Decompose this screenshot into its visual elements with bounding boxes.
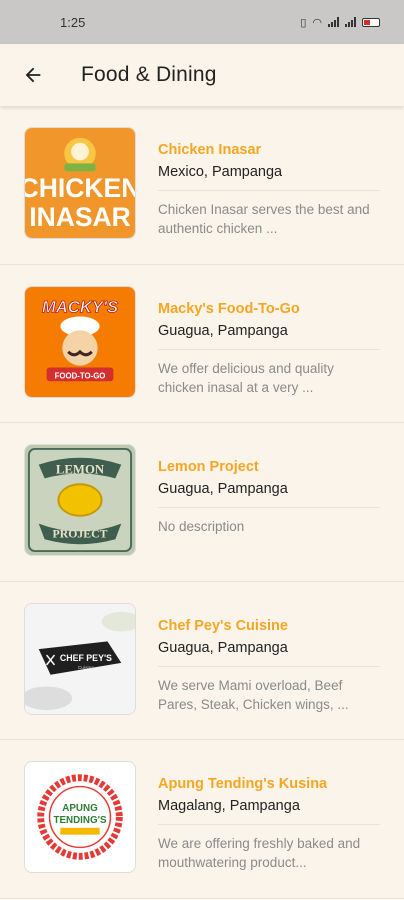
list-item[interactable]: CHICKEN INASAR Chicken Inasar Mexico, Pa… bbox=[0, 106, 404, 265]
list-item[interactable]: CHEF PEY'S Cuisine Chef Pey's Cuisine Gu… bbox=[0, 582, 404, 740]
logo-text-1: APUNG bbox=[62, 803, 98, 814]
restaurant-name: Chicken Inasar bbox=[158, 142, 262, 158]
status-bar: 1:25 ▯ ◠ bbox=[0, 0, 404, 44]
restaurant-info: Chef Pey's Cuisine Guagua, Pampanga We s… bbox=[158, 617, 380, 714]
logo-text-2: PROJECT bbox=[53, 527, 108, 540]
logo-text-1: CHICKEN bbox=[25, 173, 135, 203]
restaurant-logo: APUNG TENDING'S bbox=[24, 761, 136, 873]
logo-text-2: TENDING'S bbox=[53, 815, 106, 826]
logo-text-1: MACKY'S bbox=[42, 297, 118, 316]
logo-text-2: FOOD-TO-GO bbox=[55, 371, 106, 380]
page-title: Food & Dining bbox=[81, 63, 217, 86]
restaurant-name: Chef Pey's Cuisine bbox=[158, 617, 288, 634]
restaurant-location: Mexico, Pampanga bbox=[158, 163, 380, 191]
restaurant-description: No description bbox=[158, 519, 245, 534]
restaurant-description: We serve Mami overload, Beef Pares, Stea… bbox=[158, 677, 349, 712]
list-item[interactable]: LEMON PROJECT Lemon Project Guagua, Pamp… bbox=[0, 423, 404, 582]
restaurant-name: Lemon Project bbox=[158, 459, 259, 475]
list-item[interactable]: APUNG TENDING'S Apung Tending's Kusina M… bbox=[0, 740, 404, 899]
arrow-left-icon bbox=[25, 67, 41, 83]
restaurant-info: Lemon Project Guagua, Pampanga No descri… bbox=[158, 458, 380, 536]
restaurant-logo: CHEF PEY'S Cuisine bbox=[24, 602, 136, 715]
wifi-icon: ◠ bbox=[312, 16, 322, 29]
restaurant-description: We offer delicious and quality chicken i… bbox=[158, 360, 334, 395]
vibrate-icon: ▯ bbox=[300, 16, 307, 29]
status-time: 1:25 bbox=[60, 14, 86, 30]
restaurant-description: Chicken Inasar serves the best and authe… bbox=[158, 202, 370, 236]
logo-text-2: Cuisine bbox=[78, 664, 95, 670]
restaurant-location: Guagua, Pampanga bbox=[158, 480, 380, 508]
restaurant-location: Magalang, Pampanga bbox=[158, 797, 380, 825]
signal-icon bbox=[328, 17, 339, 27]
logo-text-1: LEMON bbox=[56, 462, 105, 476]
logo-text-2: INASAR bbox=[29, 202, 131, 232]
restaurant-name: Apung Tending's Kusina bbox=[158, 776, 328, 792]
signal-icon-2 bbox=[345, 17, 356, 27]
logo-text-1: CHEF PEY'S bbox=[60, 652, 112, 662]
restaurant-info: Chicken Inasar Mexico, Pampanga Chicken … bbox=[158, 141, 380, 238]
restaurant-name: Macky's Food-To-Go bbox=[158, 300, 300, 317]
restaurant-list: CHICKEN INASAR Chicken Inasar Mexico, Pa… bbox=[0, 106, 404, 899]
restaurant-description: We are offering freshly baked and mouthw… bbox=[158, 836, 361, 870]
list-item[interactable]: MACKY'S FOOD-TO-GO Macky's Food-To-Go Gu… bbox=[0, 265, 404, 423]
restaurant-info: Apung Tending's Kusina Magalang, Pampang… bbox=[158, 775, 380, 872]
restaurant-logo: CHICKEN INASAR bbox=[24, 127, 136, 239]
restaurant-location: Guagua, Pampanga bbox=[158, 639, 380, 667]
restaurant-logo: MACKY'S FOOD-TO-GO bbox=[24, 285, 136, 398]
app-bar: Food & Dining bbox=[0, 44, 404, 106]
status-icons: ▯ ◠ bbox=[300, 16, 380, 29]
battery-icon bbox=[362, 17, 380, 27]
restaurant-logo: LEMON PROJECT bbox=[24, 444, 136, 556]
back-button[interactable] bbox=[13, 55, 53, 95]
restaurant-location: Guagua, Pampanga bbox=[158, 322, 380, 350]
restaurant-info: Macky's Food-To-Go Guagua, Pampanga We o… bbox=[158, 300, 380, 397]
